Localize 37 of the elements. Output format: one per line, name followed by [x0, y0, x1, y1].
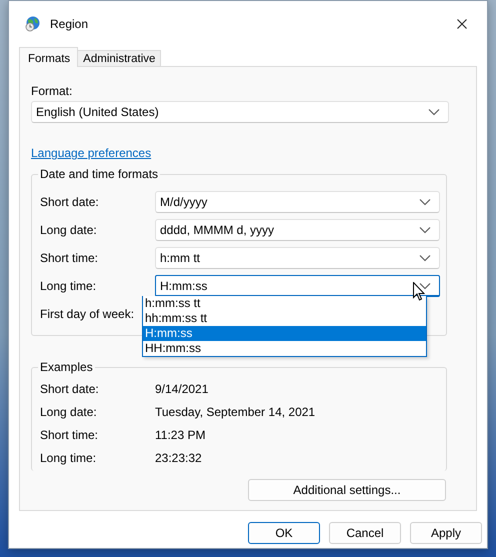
- dropdown[interactable]: English (United States): [31, 101, 449, 123]
- field-label: Long time:: [40, 279, 98, 293]
- dropdown[interactable]: dddd, MMMM d, yyyy: [155, 219, 440, 241]
- example-value: 23:23:32: [155, 450, 203, 464]
- field-label: Short date:: [40, 195, 100, 209]
- dropdown-option[interactable]: H:mm:ss: [143, 326, 426, 341]
- dropdown-option[interactable]: HH:mm:ss: [143, 341, 426, 356]
- group-title: Examples: [38, 360, 95, 375]
- dropdown-option[interactable]: h:mm:ss tt: [143, 296, 426, 311]
- additional-settings-button[interactable]: Additional settings...: [248, 479, 446, 501]
- example-value: 9/14/2021: [155, 382, 210, 396]
- dropdown[interactable]: M/d/yyyy: [155, 191, 440, 213]
- tab[interactable]: Administrative: [77, 50, 162, 67]
- chevron-icon: [419, 254, 431, 262]
- field-label: Long date:: [40, 223, 98, 237]
- format-label: Format:: [31, 83, 74, 100]
- dropdown[interactable]: H:mm:ss: [155, 275, 440, 297]
- chevron-icon: [428, 108, 440, 116]
- dialog-button[interactable]: Apply: [410, 522, 482, 544]
- dropdown[interactable]: h:mm tt: [155, 247, 440, 269]
- example-label: Short date:: [40, 382, 100, 396]
- language-preferences-link[interactable]: Language preferences: [31, 146, 152, 160]
- example-label: Long date:: [40, 404, 98, 418]
- chevron-icon: [419, 198, 431, 206]
- dropdown-option[interactable]: hh:mm:ss tt: [143, 311, 426, 326]
- example-value: 11:23 PM: [155, 428, 206, 442]
- chevron-icon: [419, 226, 431, 234]
- window-title: Region: [50, 16, 90, 30]
- field-label: Short time:: [40, 251, 100, 265]
- globe-icon: [25, 16, 41, 32]
- example-label: Short time:: [40, 428, 100, 442]
- dialog-button[interactable]: OK: [248, 522, 320, 544]
- tab[interactable]: Formats: [19, 47, 78, 67]
- dialog-button[interactable]: Cancel: [329, 522, 401, 544]
- chevron-icon: [419, 282, 431, 290]
- example-value: Tuesday, September 14, 2021: [155, 404, 316, 418]
- example-label: Long time:: [40, 450, 98, 464]
